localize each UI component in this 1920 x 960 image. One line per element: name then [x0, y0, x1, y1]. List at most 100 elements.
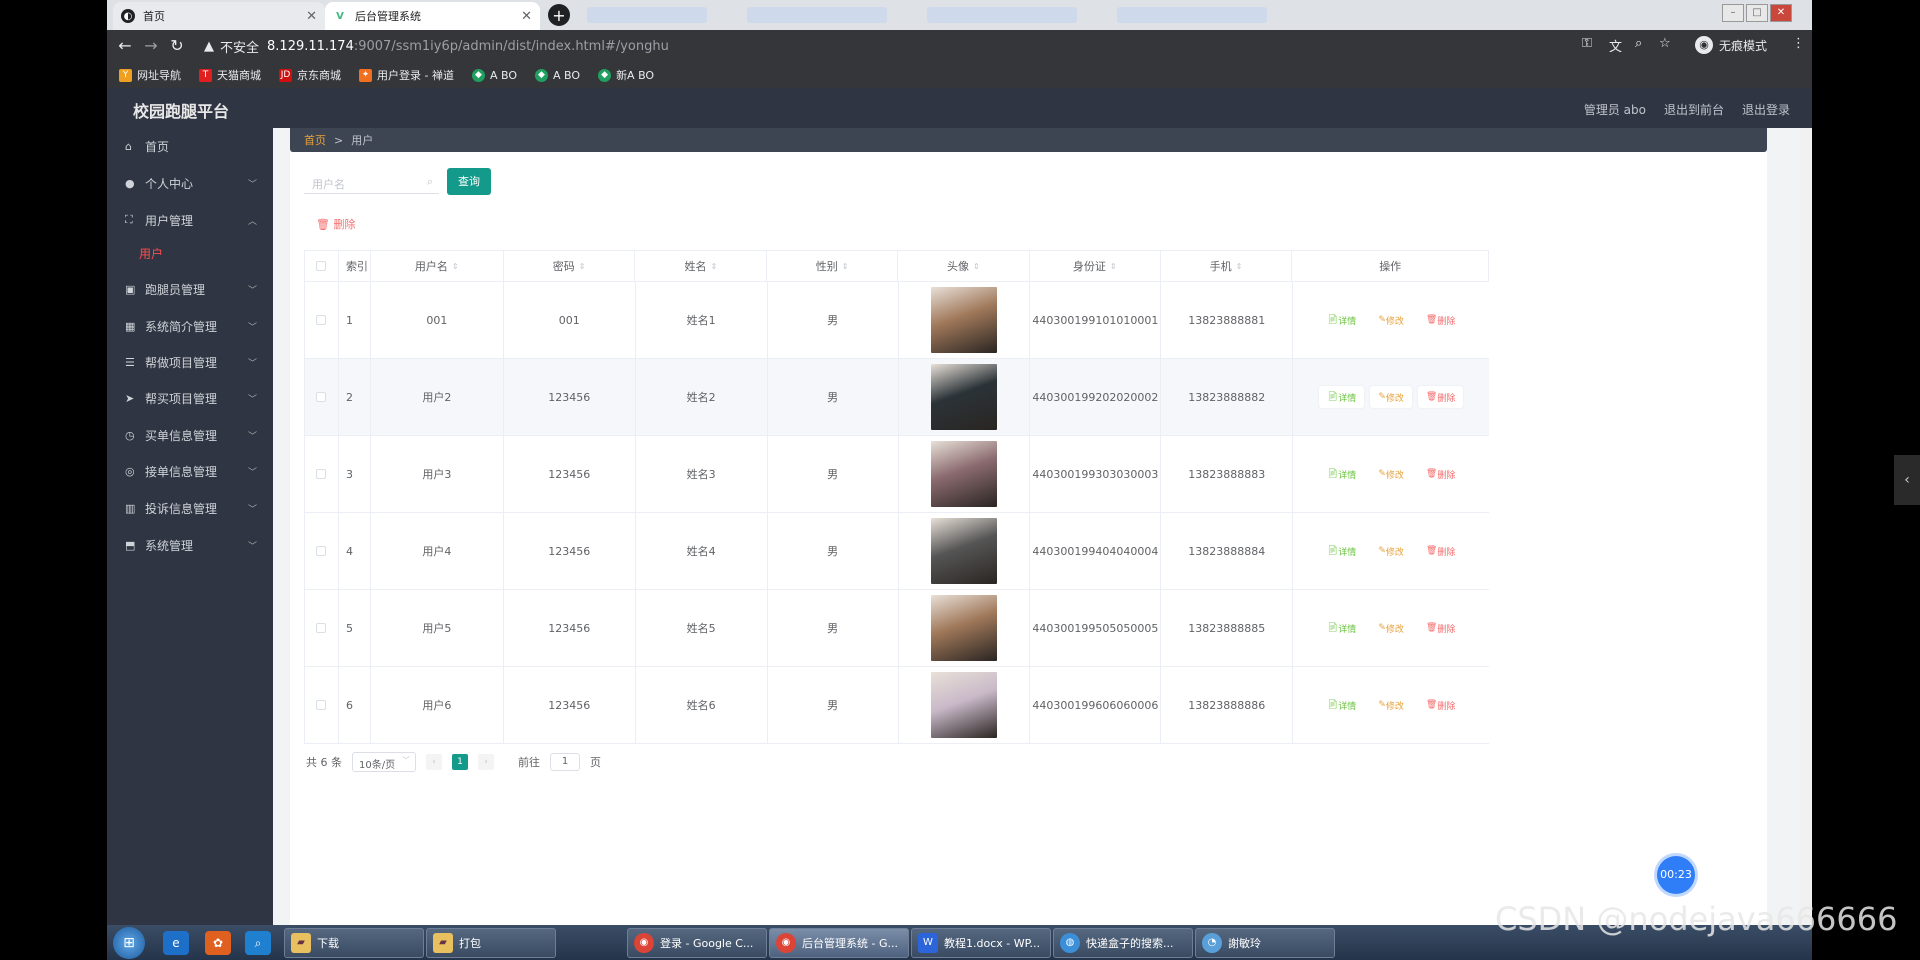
- zoom-icon[interactable]: ⌕: [1635, 36, 1642, 51]
- browser-tab-home[interactable]: ◐ 首页 ✕: [113, 2, 325, 30]
- app-launcher-icon[interactable]: ✿: [205, 931, 231, 955]
- page-scrollbar[interactable]: [1800, 128, 1812, 925]
- sidebar-item-runners[interactable]: ▣ 跑腿员管理 ﹀: [107, 271, 273, 307]
- taskbar-item-contact[interactable]: ◔ 謝敏玲: [1195, 928, 1335, 958]
- table-row[interactable]: 4 用户4 123456 姓名4 男 440300199404040004 13823888…: [304, 513, 1489, 590]
- background-tab[interactable]: [1117, 7, 1267, 23]
- select-all-checkbox[interactable]: [316, 261, 327, 271]
- next-page-icon[interactable]: ›: [478, 754, 494, 770]
- reload-icon[interactable]: ↻: [167, 36, 187, 56]
- maximize-icon[interactable]: □: [1746, 4, 1768, 22]
- background-tab[interactable]: [927, 7, 1077, 23]
- avatar[interactable]: [930, 595, 997, 661]
- background-tab[interactable]: [747, 7, 887, 23]
- detail-button[interactable]: 📄︎ 详情: [1318, 386, 1365, 408]
- table-row[interactable]: 6 用户6 123456 姓名6 男 440300199606060006 13823888…: [304, 667, 1489, 744]
- logout-link[interactable]: 退出登录: [1742, 101, 1790, 118]
- more-menu-icon[interactable]: ⋮: [1792, 36, 1805, 51]
- delete-button[interactable]: 🗑︎ 删除: [1418, 463, 1463, 485]
- sort-icon[interactable]: ⇕: [579, 262, 586, 271]
- ie-icon[interactable]: e: [163, 931, 189, 955]
- bookmark-item[interactable]: ◆ A BO: [535, 68, 580, 82]
- taskbar-item-wps[interactable]: W 教程1.docx - WP...: [911, 928, 1051, 958]
- page-number-current[interactable]: 1: [452, 754, 468, 770]
- sidebar-item-bills[interactable]: ◷ 买单信息管理 ﹀: [107, 417, 273, 453]
- column-header-idcard[interactable]: 身份证 ⇕: [1030, 251, 1161, 281]
- goto-page-input[interactable]: 1: [550, 753, 580, 771]
- edit-button[interactable]: ✎ 修改: [1370, 617, 1412, 639]
- avatar[interactable]: [930, 441, 997, 507]
- bookmark-item[interactable]: JD 京东商城: [279, 67, 341, 83]
- sort-icon[interactable]: ⇕: [1236, 262, 1243, 271]
- edit-button[interactable]: ✎ 修改: [1370, 694, 1412, 716]
- sidebar-item-intro[interactable]: ▦ 系统简介管理 ﹀: [107, 308, 273, 344]
- prev-page-icon[interactable]: ‹: [426, 754, 442, 770]
- sort-icon[interactable]: ⇕: [710, 262, 717, 271]
- search-input[interactable]: 用户名 ⌕: [304, 170, 439, 194]
- delete-button[interactable]: 🗑︎ 删除: [1418, 540, 1463, 562]
- bookmark-item[interactable]: T 天猫商城: [199, 67, 261, 83]
- key-icon[interactable]: ⚿: [1582, 36, 1592, 51]
- table-row[interactable]: 2 用户2 123456 姓名2 男 440300199202020002 13823888…: [304, 359, 1489, 436]
- avatar[interactable]: [930, 672, 997, 738]
- row-checkbox[interactable]: [316, 546, 327, 556]
- sort-icon[interactable]: ⇕: [452, 262, 459, 271]
- avatar[interactable]: [930, 518, 997, 584]
- translate-icon[interactable]: 文: [1609, 36, 1622, 55]
- sidebar-item-help-do[interactable]: ☰ 帮做项目管理 ﹀: [107, 344, 273, 380]
- start-button[interactable]: ⊞: [113, 927, 145, 959]
- sidebar-item-profile[interactable]: ● 个人中心 ﹀: [107, 165, 273, 201]
- sidebar-item-help-buy[interactable]: ➤ 帮买项目管理 ﹀: [107, 380, 273, 416]
- detail-button[interactable]: 📄︎ 详情: [1319, 540, 1364, 562]
- minimize-icon[interactable]: –: [1722, 4, 1744, 22]
- column-header-phone[interactable]: 手机 ⇕: [1161, 251, 1293, 281]
- column-header-name[interactable]: 姓名 ⇕: [635, 251, 768, 281]
- row-checkbox[interactable]: [316, 392, 327, 402]
- row-checkbox[interactable]: [316, 315, 327, 325]
- sidebar-item-orders[interactable]: ◎ 接单信息管理 ﹀: [107, 453, 273, 489]
- forward-icon[interactable]: →: [141, 36, 161, 56]
- close-window-icon[interactable]: ✕: [1770, 4, 1792, 22]
- taskbar-item-chrome-login[interactable]: ◉ 登录 - Google C...: [627, 928, 767, 958]
- exit-to-front-link[interactable]: 退出到前台: [1664, 101, 1724, 118]
- bookmark-item[interactable]: ✦ 用户登录 - 禅道: [359, 67, 454, 83]
- column-header-avatar[interactable]: 头像 ⇕: [898, 251, 1030, 281]
- side-panel-toggle[interactable]: ‹: [1894, 455, 1920, 505]
- table-row[interactable]: 3 用户3 123456 姓名3 男 440300199303030003 13823888…: [304, 436, 1489, 513]
- sidebar-item-users[interactable]: ⛶ 用户管理 ︿: [107, 202, 273, 238]
- recording-timer[interactable]: 00:23: [1657, 856, 1695, 894]
- bookmark-item[interactable]: ◆ A BO: [471, 68, 517, 82]
- sidebar-item-system[interactable]: ⬒ 系统管理 ﹀: [107, 527, 273, 563]
- detail-button[interactable]: 📄︎ 详情: [1319, 694, 1364, 716]
- edit-button[interactable]: ✎ 修改: [1370, 463, 1412, 485]
- sort-icon[interactable]: ⇕: [1110, 262, 1117, 271]
- row-checkbox[interactable]: [316, 469, 327, 479]
- delete-button[interactable]: 🗑︎ 删除: [1418, 617, 1463, 639]
- avatar[interactable]: [930, 287, 997, 353]
- delete-button[interactable]: 🗑︎ 删除: [1418, 694, 1463, 716]
- back-icon[interactable]: ←: [115, 36, 135, 56]
- batch-delete-button[interactable]: 🗑︎ 删除: [316, 216, 355, 232]
- taskbar-item-search[interactable]: ◍ 快递盒子的搜索...: [1053, 928, 1193, 958]
- edit-button[interactable]: ✎ 修改: [1370, 386, 1412, 408]
- background-tab[interactable]: [587, 7, 707, 23]
- column-header-username[interactable]: 用户名 ⇕: [371, 251, 504, 281]
- taskbar-item-downloads[interactable]: ▰ 下载: [284, 928, 424, 958]
- query-button[interactable]: 查询: [447, 168, 491, 195]
- detail-button[interactable]: 📄︎ 详情: [1319, 617, 1364, 639]
- delete-button[interactable]: 🗑︎ 删除: [1418, 309, 1463, 331]
- detail-button[interactable]: 📄︎ 详情: [1319, 309, 1364, 331]
- close-tab-icon[interactable]: ✕: [521, 9, 532, 24]
- star-icon[interactable]: ☆: [1659, 36, 1671, 51]
- browser-tab-admin[interactable]: V 后台管理系统 ✕: [325, 2, 540, 30]
- row-checkbox[interactable]: [316, 623, 327, 633]
- avatar[interactable]: [930, 364, 997, 430]
- row-checkbox[interactable]: [316, 700, 327, 710]
- taskbar-item-pack[interactable]: ▰ 打包: [426, 928, 556, 958]
- table-row[interactable]: 1 001 001 姓名1 男 440300199101010001 13823888881…: [304, 282, 1489, 359]
- sidebar-item-home[interactable]: ⌂ 首页: [107, 128, 273, 164]
- close-tab-icon[interactable]: ✕: [306, 9, 317, 24]
- detail-button[interactable]: 📄︎ 详情: [1319, 463, 1364, 485]
- table-row[interactable]: 5 用户5 123456 姓名5 男 440300199505050005 13823888…: [304, 590, 1489, 667]
- sidebar-item-complaints[interactable]: ▥ 投诉信息管理 ﹀: [107, 490, 273, 526]
